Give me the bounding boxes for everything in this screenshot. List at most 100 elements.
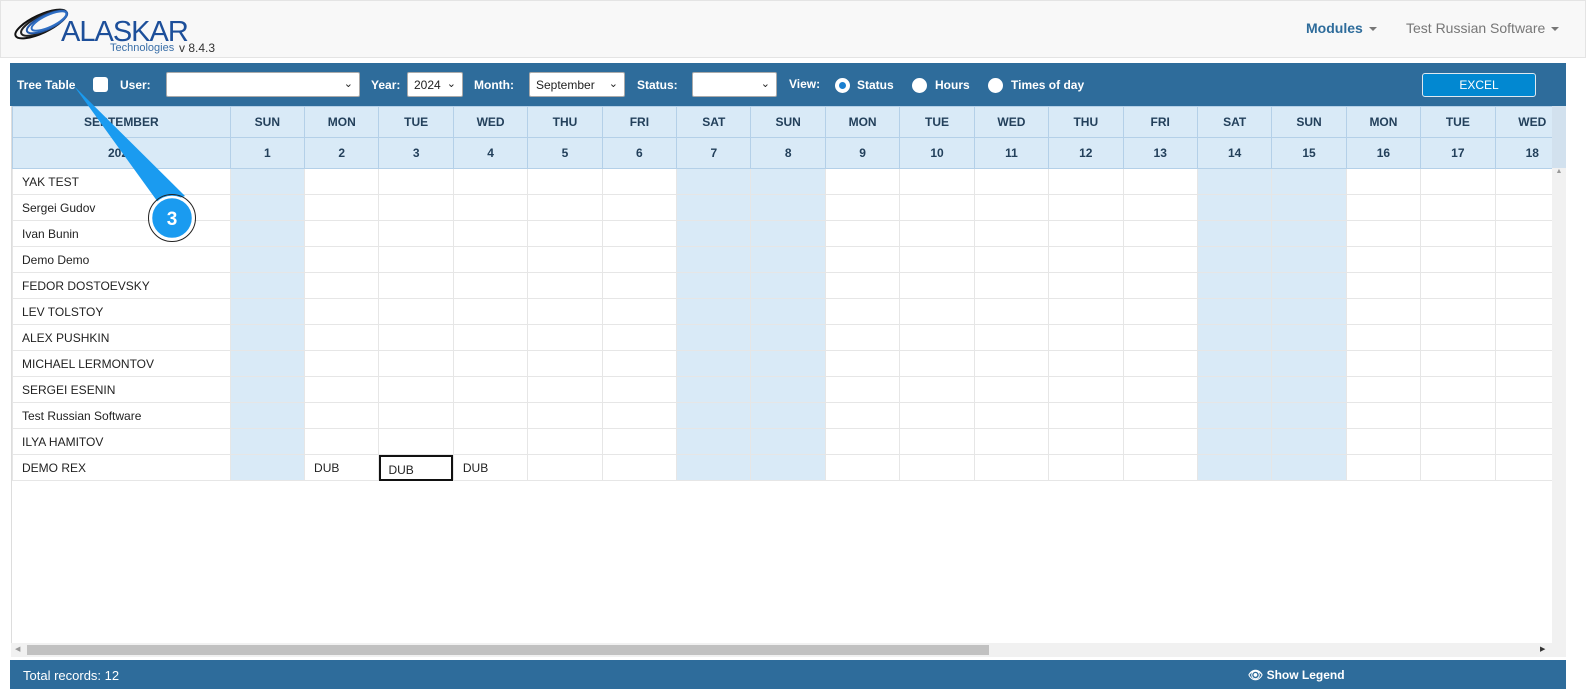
day-cell[interactable] xyxy=(378,194,454,221)
day-cell[interactable] xyxy=(527,246,603,273)
vertical-scrollbar[interactable]: ▲ xyxy=(1552,106,1566,643)
day-cell[interactable] xyxy=(1271,324,1347,351)
view-times-of-day-radio[interactable] xyxy=(988,78,1003,93)
day-cell[interactable] xyxy=(1345,350,1422,377)
day-cell[interactable] xyxy=(601,272,678,299)
day-cell[interactable] xyxy=(1122,272,1198,299)
day-cell[interactable] xyxy=(1420,168,1496,195)
day-cell[interactable] xyxy=(1494,298,1552,325)
day-cell[interactable] xyxy=(824,402,901,429)
day-cell[interactable] xyxy=(1048,402,1124,429)
day-cell[interactable] xyxy=(1122,220,1198,247)
day-cell[interactable] xyxy=(899,324,975,351)
day-cell[interactable] xyxy=(1048,194,1124,221)
day-cell[interactable] xyxy=(527,428,603,455)
day-cell[interactable] xyxy=(676,454,752,481)
day-cell[interactable] xyxy=(750,324,826,351)
day-cell[interactable] xyxy=(229,350,306,377)
day-cell[interactable] xyxy=(1122,246,1198,273)
day-cell[interactable] xyxy=(1271,454,1347,481)
day-cell[interactable] xyxy=(973,298,1050,325)
day-cell[interactable] xyxy=(1048,350,1124,377)
scroll-right-icon[interactable]: ▶ xyxy=(1540,645,1545,653)
day-cell[interactable] xyxy=(304,220,380,247)
day-cell[interactable] xyxy=(527,220,603,247)
day-cell[interactable] xyxy=(1271,376,1347,403)
day-cell[interactable] xyxy=(229,454,306,481)
day-cell[interactable] xyxy=(1122,376,1198,403)
day-cell[interactable] xyxy=(601,324,678,351)
day-cell[interactable] xyxy=(1494,324,1552,351)
day-cell[interactable] xyxy=(1048,324,1124,351)
day-cell[interactable] xyxy=(973,246,1050,273)
day-cell[interactable] xyxy=(601,454,678,481)
day-cell[interactable] xyxy=(1122,298,1198,325)
day-cell[interactable] xyxy=(378,272,454,299)
day-cell[interactable] xyxy=(601,220,678,247)
day-cell[interactable] xyxy=(750,272,826,299)
day-cell[interactable] xyxy=(1420,350,1496,377)
day-cell[interactable] xyxy=(527,350,603,377)
day-cell[interactable] xyxy=(378,220,454,247)
day-cell[interactable] xyxy=(1048,168,1124,195)
view-hours-label[interactable]: Hours xyxy=(935,78,970,92)
day-cell[interactable] xyxy=(1271,168,1347,195)
day-cell[interactable] xyxy=(824,350,901,377)
day-cell[interactable] xyxy=(304,194,380,221)
day-cell[interactable] xyxy=(899,168,975,195)
day-cell[interactable] xyxy=(899,428,975,455)
day-cell[interactable] xyxy=(1048,376,1124,403)
excel-export-button[interactable]: EXCEL xyxy=(1422,73,1536,97)
day-cell[interactable] xyxy=(1345,428,1422,455)
day-cell[interactable] xyxy=(1345,272,1422,299)
day-cell[interactable] xyxy=(750,220,826,247)
day-cell[interactable] xyxy=(229,168,306,195)
day-cell[interactable] xyxy=(750,194,826,221)
day-cell[interactable] xyxy=(1048,454,1124,481)
day-cell[interactable] xyxy=(527,402,603,429)
day-cell[interactable] xyxy=(750,376,826,403)
day-cell[interactable] xyxy=(1271,246,1347,273)
day-cell[interactable] xyxy=(229,402,306,429)
scroll-left-icon[interactable]: ◀ xyxy=(15,645,20,653)
day-cell[interactable] xyxy=(1420,246,1496,273)
day-cell[interactable] xyxy=(229,428,306,455)
day-cell[interactable] xyxy=(676,220,752,247)
view-status-radio[interactable] xyxy=(835,78,850,93)
day-cell[interactable] xyxy=(527,168,603,195)
day-cell[interactable] xyxy=(899,194,975,221)
day-cell[interactable] xyxy=(899,402,975,429)
year-select[interactable]: 2024 ⌄ xyxy=(407,72,463,97)
day-cell[interactable] xyxy=(824,376,901,403)
day-cell[interactable] xyxy=(1048,298,1124,325)
day-cell[interactable]: DUB xyxy=(452,454,529,481)
day-cell[interactable] xyxy=(452,298,529,325)
day-cell[interactable] xyxy=(452,194,529,221)
day-cell[interactable] xyxy=(824,246,901,273)
view-times-of-day-label[interactable]: Times of day xyxy=(1011,78,1084,92)
day-cell[interactable] xyxy=(1420,376,1496,403)
horizontal-scrollbar[interactable]: ◀ ▶ xyxy=(11,643,1566,657)
day-cell[interactable] xyxy=(1494,220,1552,247)
day-cell[interactable] xyxy=(452,272,529,299)
day-cell[interactable] xyxy=(1122,428,1198,455)
day-cell[interactable] xyxy=(378,402,454,429)
day-cell[interactable] xyxy=(1494,168,1552,195)
day-cell[interactable] xyxy=(676,194,752,221)
day-cell[interactable] xyxy=(676,324,752,351)
day-cell[interactable] xyxy=(676,376,752,403)
day-cell[interactable] xyxy=(1048,246,1124,273)
day-cell[interactable] xyxy=(527,298,603,325)
view-hours-radio[interactable] xyxy=(912,78,927,93)
day-cell[interactable] xyxy=(229,298,306,325)
day-cell[interactable] xyxy=(1420,194,1496,221)
day-cell[interactable] xyxy=(1196,246,1273,273)
day-cell[interactable] xyxy=(1196,402,1273,429)
day-cell[interactable] xyxy=(304,324,380,351)
day-cell[interactable] xyxy=(1122,350,1198,377)
day-cell[interactable] xyxy=(304,402,380,429)
day-cell[interactable] xyxy=(1122,168,1198,195)
day-cell[interactable] xyxy=(899,376,975,403)
day-cell[interactable] xyxy=(1196,168,1273,195)
day-cell[interactable] xyxy=(1494,194,1552,221)
